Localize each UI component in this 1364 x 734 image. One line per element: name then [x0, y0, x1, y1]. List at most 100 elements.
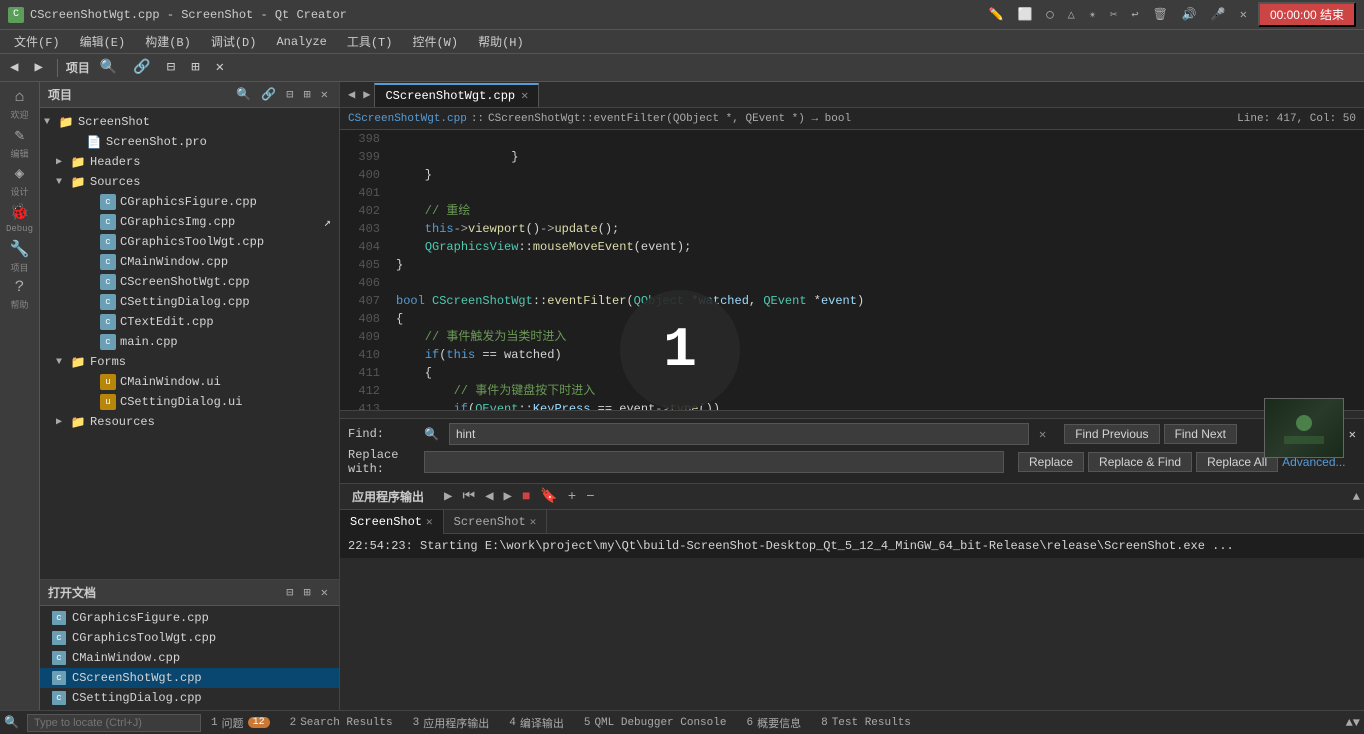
bottom-tab-6[interactable]: 8 Test Results — [811, 715, 921, 731]
bottom-tab-1[interactable]: 2 Search Results — [280, 715, 403, 731]
menu-build[interactable]: 构建(B) — [135, 31, 201, 52]
tree-root[interactable]: ▼ 📁 ScreenShot — [40, 112, 339, 132]
panel-filter-btn[interactable]: 🔍 — [233, 86, 254, 103]
bottom-tab-4[interactable]: 5 QML Debugger Console — [574, 715, 737, 731]
replace-and-find-btn[interactable]: Replace & Find — [1088, 452, 1192, 472]
output-next-btn[interactable]: ▶ — [500, 487, 516, 506]
output-minus-btn[interactable]: − — [582, 488, 598, 506]
open-docs-float[interactable]: ⊞ — [301, 584, 314, 601]
tree-file-7[interactable]: c main.cpp — [40, 332, 339, 352]
toolbar-forward[interactable]: ▶ — [28, 57, 48, 78]
toolbar-close[interactable]: ✕ — [210, 57, 230, 78]
toolbar-chain[interactable]: 🔗 — [127, 57, 156, 78]
toolbar-maximize[interactable]: ⊞ — [185, 57, 205, 78]
toolbar-icon-5[interactable]: ✴ — [1089, 7, 1096, 22]
bottom-tab-2[interactable]: 3 应用程序输出 — [403, 713, 500, 733]
bottom-scroll-up[interactable]: ▲ — [1346, 716, 1353, 730]
editor-tab-active[interactable]: CScreenShotWgt.cpp ✕ — [374, 83, 539, 107]
tree-resources[interactable]: ▶ 📁 Resources — [40, 412, 339, 432]
sidebar-btn-design[interactable]: ◈ 设计 — [2, 162, 38, 198]
open-doc-0[interactable]: c CGraphicsFigure.cpp — [40, 608, 339, 628]
tree-file-3[interactable]: c CMainWindow.cpp — [40, 252, 339, 272]
tree-file-1[interactable]: c CGraphicsImg.cpp ↗ — [40, 212, 339, 232]
tab-close-btn[interactable]: ✕ — [521, 88, 528, 103]
find-close-btn[interactable]: ✕ — [1349, 427, 1356, 442]
open-doc-4[interactable]: c CSettingDialog.cpp — [40, 688, 339, 708]
tree-file-2[interactable]: c CGraphicsToolWgt.cpp — [40, 232, 339, 252]
toolbar-back[interactable]: ◀ — [4, 57, 24, 78]
tree-pro-file[interactable]: 📄 ScreenShot.pro — [40, 132, 339, 152]
panel-link-btn[interactable]: 🔗 — [258, 86, 279, 103]
find-previous-btn[interactable]: Find Previous — [1064, 424, 1159, 444]
menu-widgets[interactable]: 控件(W) — [402, 31, 468, 52]
output-tab-close-1[interactable]: ✕ — [530, 515, 537, 529]
editor-hscrollbar[interactable] — [340, 410, 1364, 418]
find-clear-btn[interactable]: ✕ — [1035, 426, 1050, 443]
bottom-search[interactable] — [27, 714, 201, 732]
replace-input[interactable] — [424, 451, 1004, 473]
output-run-btn[interactable]: ▶ — [440, 487, 456, 506]
toolbar-icon-3[interactable]: ◯ — [1046, 7, 1053, 22]
tree-form-0[interactable]: u CMainWindow.ui — [40, 372, 339, 392]
toolbar-icon-4[interactable]: △ — [1068, 7, 1075, 22]
find-input[interactable] — [449, 423, 1029, 445]
mic-icon[interactable]: 🎤 — [1211, 7, 1226, 22]
output-tab-1[interactable]: ScreenShot ✕ — [444, 510, 548, 534]
toolbar-icon-6[interactable]: ✂ — [1110, 7, 1117, 22]
menu-help[interactable]: 帮助(H) — [468, 31, 534, 52]
toolbar-icon-1[interactable]: ✏️ — [989, 7, 1004, 22]
code-content[interactable]: } } // 重绘 this->viewport()->update(); QG… — [388, 130, 1364, 410]
replace-btn[interactable]: Replace — [1018, 452, 1084, 472]
open-docs-collapse[interactable]: ⊟ — [283, 584, 296, 601]
trash-icon[interactable]: 🗑 — [1153, 7, 1168, 22]
toolbar-icon-2[interactable]: ⬜ — [1017, 7, 1032, 22]
sidebar-btn-projects[interactable]: 🔧 项目 — [2, 238, 38, 274]
find-next-btn[interactable]: Find Next — [1164, 424, 1237, 444]
output-prev-btn[interactable]: ◀ — [481, 487, 497, 506]
tree-file-0[interactable]: c CGraphicsFigure.cpp — [40, 192, 339, 212]
toolbar-filter[interactable]: 🔍 — [94, 57, 123, 78]
open-docs-close[interactable]: ✕ — [318, 584, 331, 601]
open-doc-1[interactable]: c CGraphicsToolWgt.cpp — [40, 628, 339, 648]
tree-headers[interactable]: ▶ 📁 Headers — [40, 152, 339, 172]
sidebar-btn-edit[interactable]: ✎ 编辑 — [2, 124, 38, 160]
locate-input[interactable] — [34, 717, 194, 729]
timer-button[interactable]: 00:00:00 结束 — [1258, 2, 1356, 27]
bottom-tab-5[interactable]: 6 概要信息 — [736, 713, 811, 733]
bottom-tab-3[interactable]: 4 编译输出 — [499, 713, 574, 733]
tree-file-6[interactable]: c CTextEdit.cpp — [40, 312, 339, 332]
tree-file-5[interactable]: c CSettingDialog.cpp — [40, 292, 339, 312]
panel-collapse-btn[interactable]: ⊟ — [283, 86, 296, 103]
tab-nav-right[interactable]: ▶ — [359, 85, 374, 104]
bottom-tab-0[interactable]: 1 问题 12 — [201, 713, 280, 733]
open-doc-2[interactable]: c CMainWindow.cpp — [40, 648, 339, 668]
panel-float-btn[interactable]: ⊞ — [301, 86, 314, 103]
bottom-scroll-down[interactable]: ▼ — [1353, 716, 1360, 730]
breadcrumb-path[interactable]: CScreenShotWgt::eventFilter(QObject *, Q… — [488, 113, 851, 125]
sidebar-btn-help[interactable]: ? 帮助 — [2, 276, 38, 312]
sidebar-btn-debug[interactable]: 🐞 Debug — [2, 200, 38, 236]
tree-sources[interactable]: ▼ 📁 Sources — [40, 172, 339, 192]
menu-debug[interactable]: 调试(D) — [201, 31, 267, 52]
breadcrumb-file[interactable]: CScreenShotWgt.cpp — [348, 113, 467, 125]
sidebar-btn-welcome[interactable]: ⌂ 欢迎 — [2, 86, 38, 122]
output-collapse-btn[interactable]: ▲ — [1353, 490, 1360, 504]
output-tab-close-0[interactable]: ✕ — [426, 515, 433, 529]
panel-close-btn[interactable]: ✕ — [318, 86, 331, 103]
toolbar-collapse[interactable]: ⊟ — [161, 57, 181, 78]
tree-form-1[interactable]: u CSettingDialog.ui — [40, 392, 339, 412]
tree-file-4[interactable]: c CScreenShotWgt.cpp — [40, 272, 339, 292]
tree-forms[interactable]: ▼ 📁 Forms — [40, 352, 339, 372]
output-bookmark-btn[interactable]: 🔖 — [536, 487, 561, 506]
output-tab-0[interactable]: ScreenShot ✕ — [340, 510, 444, 534]
output-step-btn[interactable]: ⏮ — [458, 488, 479, 506]
undo-icon[interactable]: ↩ — [1131, 7, 1138, 22]
menu-file[interactable]: 文件(F) — [4, 31, 70, 52]
close-icon[interactable]: ✕ — [1240, 7, 1247, 22]
output-stop-btn[interactable]: ■ — [518, 488, 534, 506]
speaker-icon[interactable]: 🔊 — [1182, 7, 1197, 22]
menu-analyze[interactable]: Analyze — [266, 33, 336, 51]
tab-nav-left[interactable]: ◀ — [344, 85, 359, 104]
code-editor[interactable]: 1 398399400401402 403404405406407 408409… — [340, 130, 1364, 410]
output-add-btn[interactable]: + — [564, 488, 580, 506]
